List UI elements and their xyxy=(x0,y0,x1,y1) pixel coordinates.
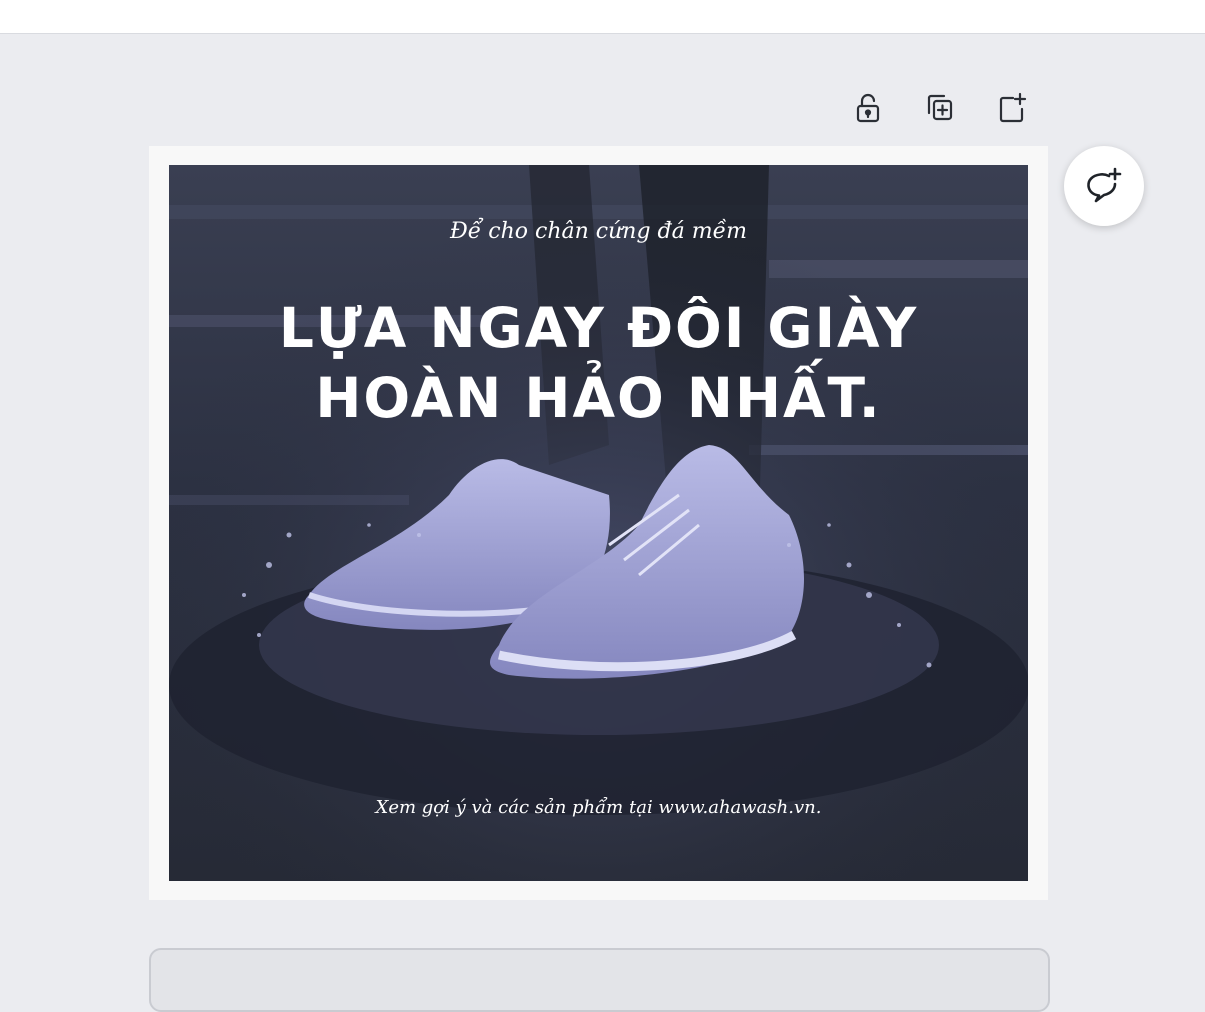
duplicate-page-button[interactable] xyxy=(922,88,958,128)
editor-top-bar xyxy=(0,0,1205,34)
design-headline[interactable]: LỰA NGAY ĐÔI GIÀY HOÀN HẢO NHẤT. xyxy=(169,293,1028,433)
unlock-icon xyxy=(856,93,880,123)
design-subtitle[interactable]: Để cho chân cứng đá mềm xyxy=(169,219,1028,244)
duplicate-page-icon xyxy=(927,94,953,121)
design-canvas[interactable]: Để cho chân cứng đá mềm LỰA NGAY ĐÔI GIÀ… xyxy=(169,165,1028,881)
next-page-preview[interactable] xyxy=(149,948,1050,1012)
headline-line-1: LỰA NGAY ĐÔI GIÀY xyxy=(278,296,919,360)
design-footer-text[interactable]: Xem gợi ý và các sản phẩm tại www.ahawas… xyxy=(169,797,1028,818)
add-comment-button[interactable] xyxy=(1064,146,1144,226)
sneaker-photo[interactable] xyxy=(169,165,1028,881)
page-toolbar xyxy=(850,88,1030,128)
add-page-button[interactable] xyxy=(994,88,1030,128)
headline-line-2: HOÀN HẢO NHẤT. xyxy=(315,366,882,430)
design-page[interactable]: Để cho chân cứng đá mềm LỰA NGAY ĐÔI GIÀ… xyxy=(149,146,1048,900)
unlock-page-button[interactable] xyxy=(850,88,886,128)
add-page-icon xyxy=(999,92,1027,123)
add-comment-icon xyxy=(1087,167,1122,203)
